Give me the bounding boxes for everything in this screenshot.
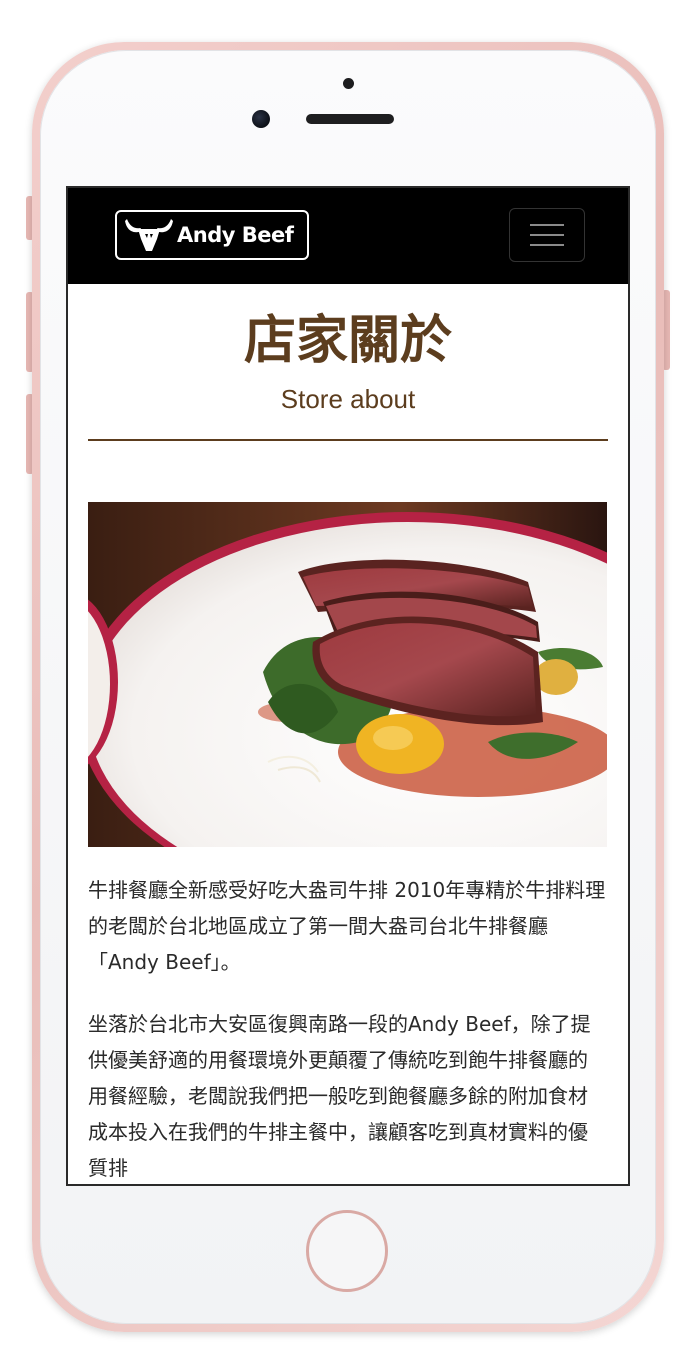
hamburger-icon-bar — [530, 234, 564, 236]
main-content: 店家關於 Store about 牛排餐廳全新感受好吃大盎司牛排 2010年專精… — [68, 284, 628, 1180]
page-title: 店家關於 — [243, 311, 452, 371]
page-subtitle: Store about — [280, 383, 416, 414]
home-button[interactable] — [306, 1210, 388, 1292]
menu-toggle-button[interactable] — [509, 208, 585, 262]
title-divider — [88, 438, 608, 441]
earpiece-speaker — [306, 114, 394, 124]
about-paragraph-1: 牛排餐廳全新感受好吃大盎司牛排 2010年專精於牛排料理的老闆於台北地區成立了第… — [88, 878, 606, 974]
phone-screen: Andy Beef 店家關於 Store about 牛排餐廳全新感受好吃大盎司… — [68, 188, 628, 1184]
brand-name: Andy Beef — [177, 223, 294, 247]
bull-head-icon — [125, 219, 173, 251]
hamburger-icon-bar — [530, 244, 564, 246]
proximity-sensor — [343, 78, 354, 89]
front-camera-icon — [252, 110, 270, 128]
brand-logo[interactable]: Andy Beef — [115, 210, 309, 260]
about-paragraph-2: 坐落於台北市大安區復興南路一段的Andy Beef，除了提供優美舒適的用餐環境外… — [88, 1012, 591, 1180]
steak-photo — [88, 502, 607, 847]
hamburger-icon-bar — [530, 224, 564, 226]
steak-dish-image — [88, 502, 607, 847]
navbar: Andy Beef — [68, 188, 628, 284]
